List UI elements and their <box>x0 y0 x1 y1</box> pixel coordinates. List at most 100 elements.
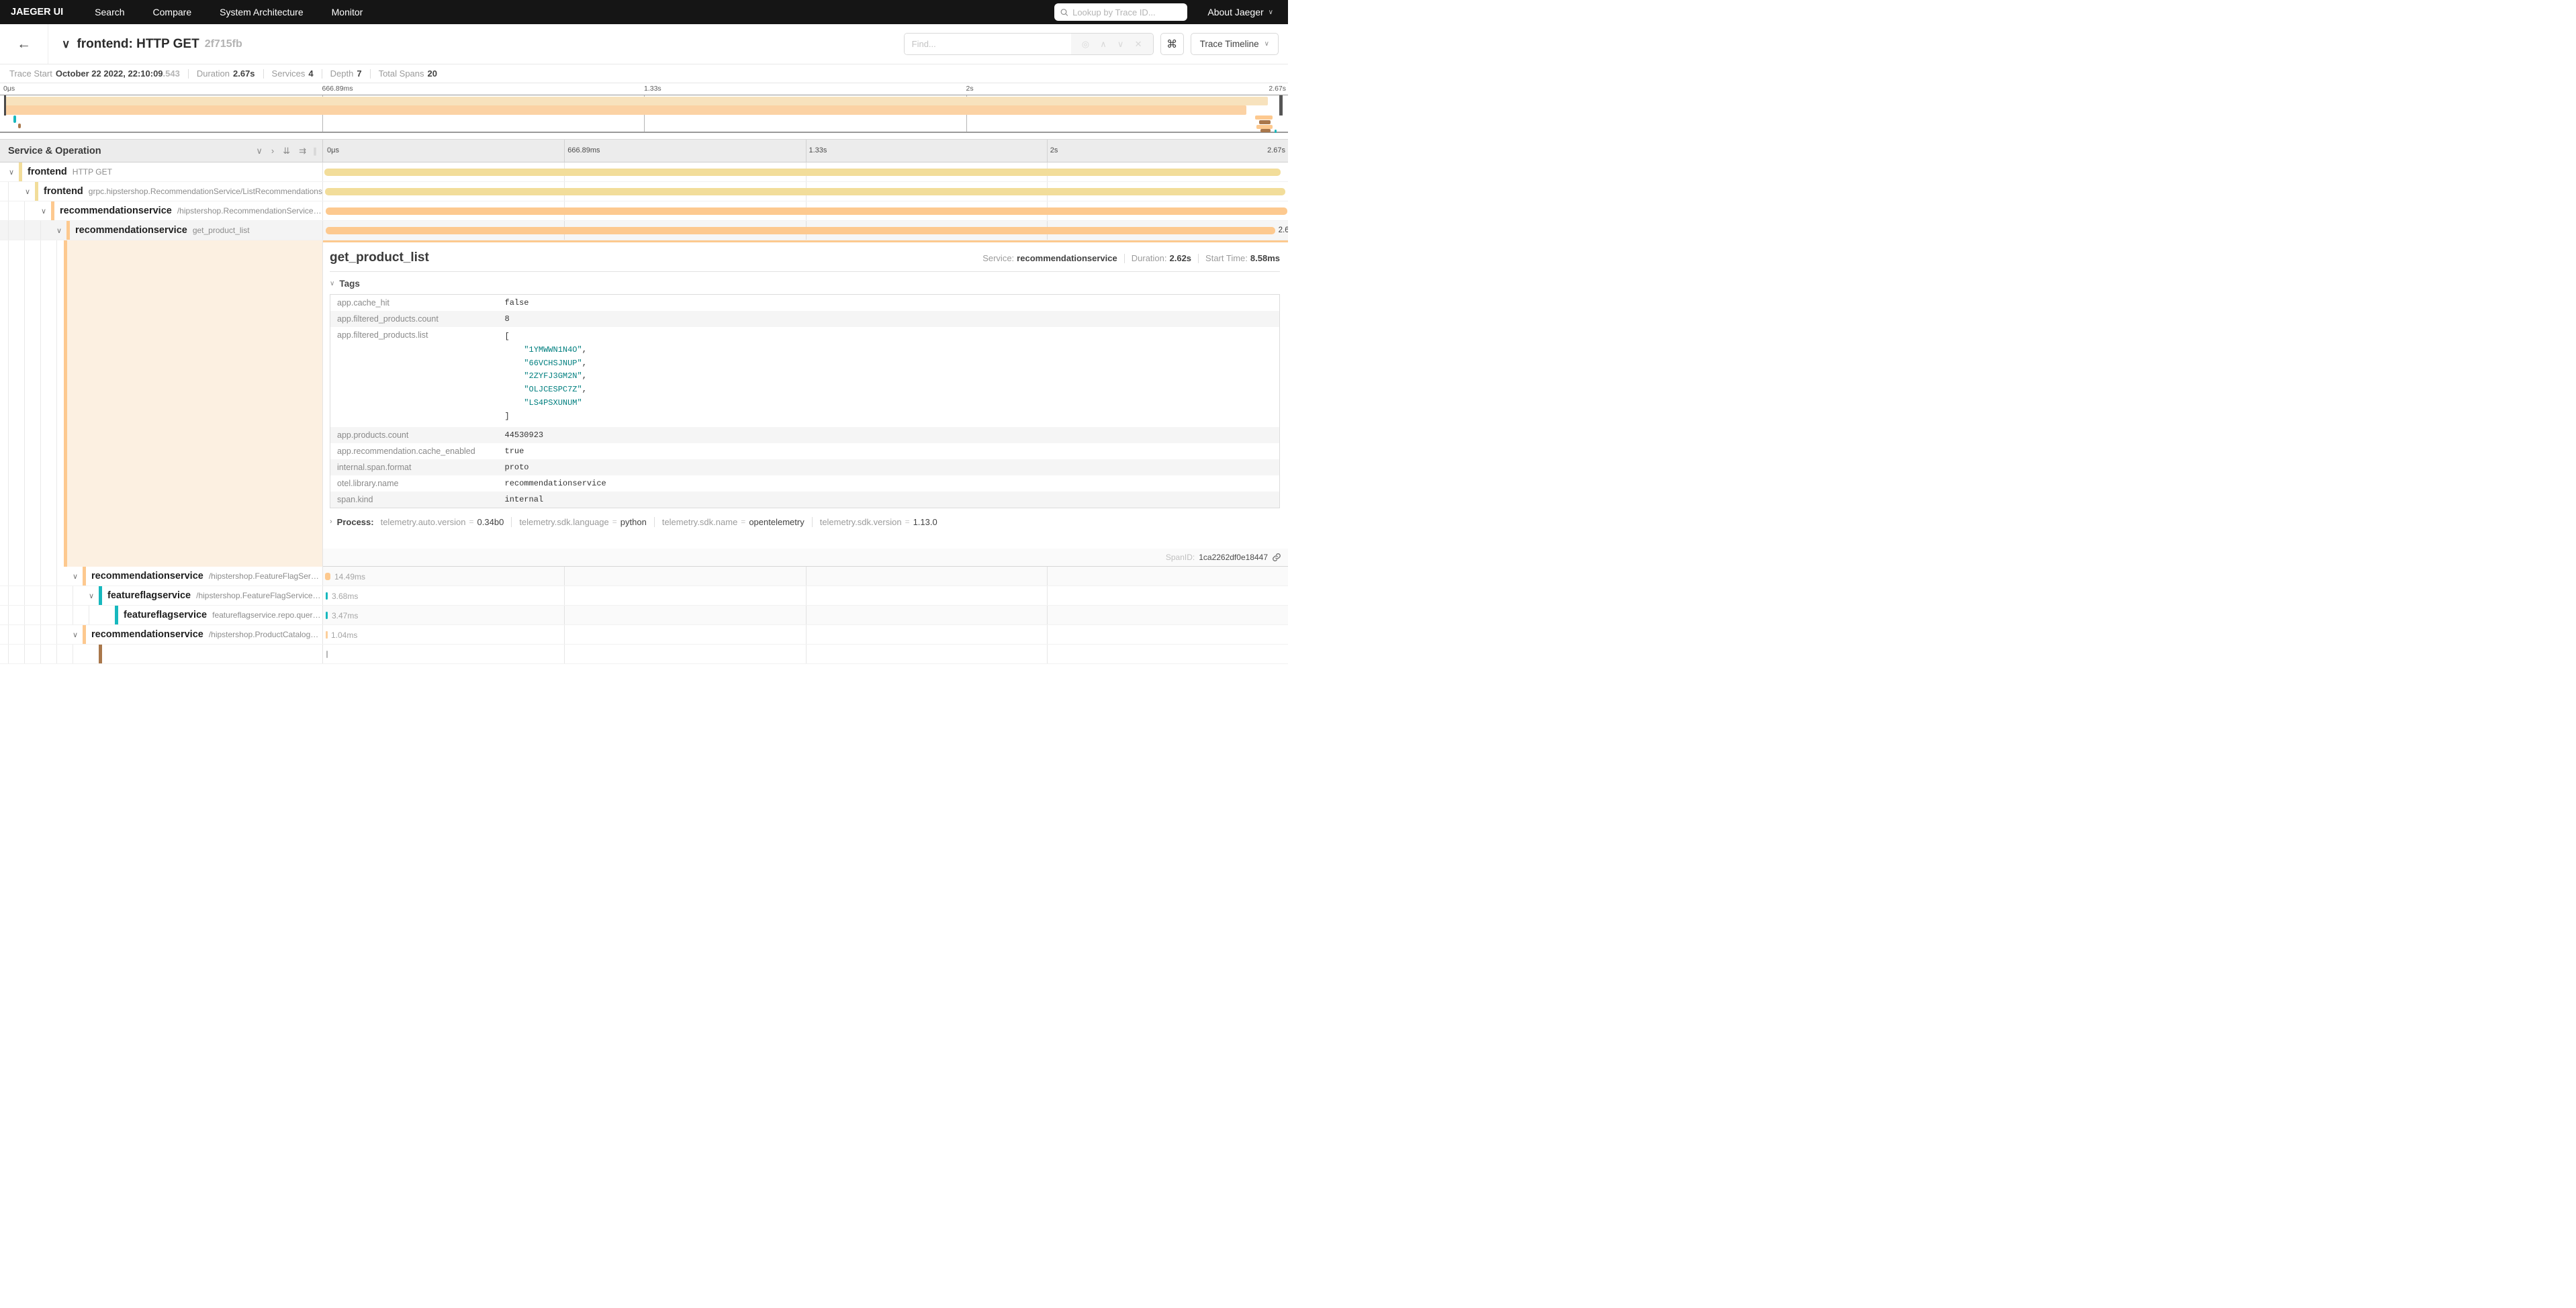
column-resizer-handle[interactable]: ∥ <box>313 146 317 156</box>
collapse-chevron-icon[interactable]: ∨ <box>87 592 96 600</box>
clear-find-icon[interactable]: ✕ <box>1135 39 1142 50</box>
tags-section-toggle[interactable]: ∨ Tags <box>330 279 1280 289</box>
span-bar[interactable] <box>325 188 1285 195</box>
collapse-controls: ∨ › ⇊ ⇉ <box>256 146 306 156</box>
span-bar[interactable] <box>324 169 1281 176</box>
span-row-productcatalog-parent[interactable]: ∨ recommendationservice /hipstershop.Pro… <box>0 625 1288 645</box>
tag-row: otel.library.name recommendationservice <box>330 475 1280 492</box>
service-operation-header: Service & Operation ∨ › ⇊ ⇉ ∥ <box>0 140 323 162</box>
nav-item-compare[interactable]: Compare <box>139 7 206 17</box>
service-name: frontend <box>44 186 83 197</box>
find-input[interactable] <box>905 34 1071 54</box>
span-bar[interactable] <box>326 592 328 600</box>
trace-view-selector[interactable]: Trace Timeline ∨ <box>1191 33 1279 55</box>
nav-item-search[interactable]: Search <box>81 7 138 17</box>
tick-3: 2s <box>1050 146 1058 154</box>
service-value: recommendationservice <box>1017 253 1117 263</box>
trace-id-lookup-box[interactable] <box>1054 3 1187 21</box>
about-jaeger-menu[interactable]: About Jaeger ∨ <box>1207 7 1273 17</box>
operation-name: /hipstershop.FeatureFlagService/Ge… <box>196 591 322 600</box>
process-pair: telemetry.auto.version = 0.34b0 <box>381 517 504 527</box>
tag-value: 44530923 <box>498 427 1280 443</box>
minimap-span-teal-left <box>13 115 16 123</box>
expand-all-icon[interactable]: ⇉ <box>299 146 306 156</box>
span-row-recommendation-listrecs[interactable]: ∨ recommendationservice /hipstershop.Rec… <box>0 201 1288 221</box>
span-bar[interactable] <box>326 631 328 639</box>
back-button[interactable]: ← <box>0 24 48 64</box>
span-row-get-product-list[interactable]: ∨ recommendationservice get_product_list… <box>0 221 1288 240</box>
deep-link-icon[interactable] <box>1272 553 1281 562</box>
tag-row: app.products.count 44530923 <box>330 427 1280 443</box>
service-color-bar <box>51 201 54 220</box>
tag-row: app.filtered_products.list ["1YMWWN1N4O"… <box>330 327 1280 427</box>
span-row-featureflagservice-get[interactable]: ∨ featureflagservice /hipstershop.Featur… <box>0 586 1288 606</box>
services-label: Services <box>272 68 306 79</box>
span-detail-footer: SpanID: 1ca2262df0e18447 <box>323 549 1288 566</box>
nav-item-system-architecture[interactable]: System Architecture <box>205 7 318 17</box>
collapse-chevron-icon[interactable]: ∨ <box>54 226 64 235</box>
operation-name: HTTP GET <box>73 167 112 177</box>
span-duration-label: 3.47ms <box>332 611 358 620</box>
span-bar[interactable] <box>326 207 1288 215</box>
tick-3: 2s <box>966 85 974 93</box>
tag-row: span.kind internal <box>330 492 1280 508</box>
collapse-chevron-icon[interactable]: ∨ <box>39 207 48 216</box>
span-row-featureflag-repo-query[interactable]: featureflagservice featureflagservice.re… <box>0 606 1288 625</box>
span-bar[interactable] <box>326 651 328 658</box>
process-pair: telemetry.sdk.name = opentelemetry <box>662 517 804 527</box>
tick-4: 2.67s <box>1269 85 1286 93</box>
tag-key: otel.library.name <box>330 475 498 492</box>
scroll-to-match-icon[interactable]: ◎ <box>1082 39 1089 50</box>
tag-key: app.cache_hit <box>330 295 498 312</box>
start-time-value: 8.58ms <box>1250 253 1280 263</box>
chevron-down-icon: ∨ <box>1269 9 1273 16</box>
tags-section-label: Tags <box>339 279 360 289</box>
minimap-canvas[interactable] <box>0 95 1288 133</box>
span-id-label: SpanID: <box>1166 553 1195 562</box>
collapse-chevron-icon[interactable]: ∨ <box>71 630 80 639</box>
chevron-down-icon: ∨ <box>330 280 334 287</box>
span-row-featureflag-parent[interactable]: ∨ recommendationservice /hipstershop.Fea… <box>0 567 1288 586</box>
viewport-left-handle[interactable] <box>4 95 6 115</box>
next-match-icon[interactable]: ∨ <box>1117 39 1124 50</box>
collapse-chevron-icon[interactable]: ∨ <box>71 572 80 581</box>
span-bar[interactable] <box>326 227 1275 234</box>
collapse-chevron-icon[interactable]: ∨ <box>7 168 16 177</box>
span-row-frontend-listrecommendations[interactable]: ∨ frontend grpc.hipstershop.Recommendati… <box>0 182 1288 201</box>
process-section[interactable]: › Process: telemetry.auto.version = 0.34… <box>330 517 1280 527</box>
keyboard-shortcuts-button[interactable]: ⌘ <box>1160 33 1184 55</box>
nav-item-monitor[interactable]: Monitor <box>318 7 377 17</box>
minimap-span-frontend <box>4 97 1268 105</box>
span-duration-label: 14.49ms <box>334 572 365 581</box>
trace-span-rows: ∨ frontend HTTP GET ∨ frontend grpc.hips… <box>0 162 1288 664</box>
collapse-all-icon[interactable]: ⇊ <box>283 146 290 156</box>
span-duration-label: 3.68ms <box>332 592 358 601</box>
tag-value: internal <box>498 492 1280 508</box>
service-name: recommendationservice <box>60 205 172 216</box>
duration-label: Duration <box>197 68 230 79</box>
jaeger-logo[interactable]: JAEGER UI <box>0 7 81 17</box>
span-duration-label: 1.04ms <box>331 630 357 640</box>
tag-row: app.cache_hit false <box>330 295 1280 312</box>
tag-key: span.kind <box>330 492 498 508</box>
span-row-frontend-httpget[interactable]: ∨ frontend HTTP GET <box>0 162 1288 182</box>
expand-one-icon[interactable]: › <box>271 146 274 156</box>
trace-start-value: October 22 2022, 22:10:09 <box>56 68 163 79</box>
collapse-trace-chevron[interactable]: ∨ <box>62 38 70 51</box>
collapse-chevron-icon[interactable]: ∨ <box>23 187 32 196</box>
tick-0: 0μs <box>327 146 339 154</box>
service-name: featureflagservice <box>124 610 207 620</box>
span-bar[interactable] <box>325 573 330 580</box>
span-bar[interactable] <box>326 612 328 619</box>
start-time-label: Start Time: <box>1205 253 1248 263</box>
tag-row: internal.span.format proto <box>330 459 1280 475</box>
span-detail-panel: get_product_list Service: recommendation… <box>323 240 1288 567</box>
collapse-one-icon[interactable]: ∨ <box>256 146 263 156</box>
prev-match-icon[interactable]: ∧ <box>1100 39 1107 50</box>
span-row-clipped[interactable] <box>0 645 1288 664</box>
viewport-right-handle[interactable] <box>1279 95 1283 115</box>
timeline-header: Service & Operation ∨ › ⇊ ⇉ ∥ 0μs 666.89… <box>0 139 1288 162</box>
tag-key: internal.span.format <box>330 459 498 475</box>
duration-label: Duration: <box>1132 253 1167 263</box>
trace-id-lookup-input[interactable] <box>1072 7 1181 17</box>
